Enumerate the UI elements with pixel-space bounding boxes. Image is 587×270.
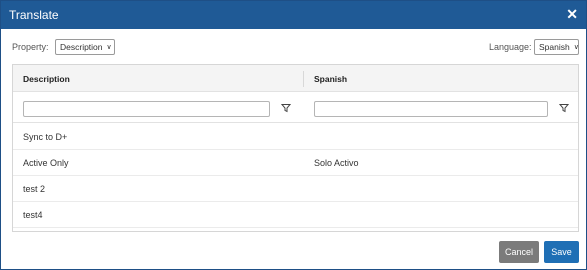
property-select[interactable]: Description ∨ [55, 39, 115, 55]
chevron-down-icon: ∨ [573, 44, 579, 51]
table-row[interactable]: Sync to D+ [13, 124, 578, 150]
property-select-value: Description [60, 42, 103, 52]
table-row[interactable]: test 2 [13, 176, 578, 202]
language-label: Language: [489, 42, 532, 52]
spanish-cell[interactable]: Solo Activo [314, 158, 359, 168]
table-row[interactable]: test4 [13, 202, 578, 228]
dialog-titlebar: Translate ✕ [1, 1, 586, 29]
spanish-filter-input[interactable] [314, 101, 548, 117]
column-divider [303, 71, 304, 87]
description-filter-input[interactable] [23, 101, 270, 117]
language-select-value: Spanish [539, 42, 570, 52]
filter-row [13, 93, 578, 123]
column-header-spanish[interactable]: Spanish [314, 74, 347, 84]
cancel-button[interactable]: Cancel [499, 241, 539, 263]
description-cell: test 2 [23, 184, 46, 194]
translate-dialog: Translate ✕ Property: Description ∨ Langu… [0, 0, 587, 270]
save-button[interactable]: Save [544, 241, 579, 263]
description-cell: Active Only [23, 158, 69, 168]
grid-header: Description Spanish [13, 65, 578, 92]
language-select[interactable]: Spanish ∨ [534, 39, 579, 55]
table-row[interactable]: Active Only Solo Activo [13, 150, 578, 176]
property-label: Property: [12, 42, 49, 52]
close-icon[interactable]: ✕ [566, 6, 578, 22]
filter-icon[interactable] [559, 103, 569, 113]
dialog-title: Translate [9, 8, 59, 22]
chevron-down-icon: ∨ [106, 44, 112, 51]
description-cell: Sync to D+ [23, 132, 68, 142]
description-cell: test4 [23, 210, 43, 220]
column-header-description[interactable]: Description [23, 74, 70, 84]
translation-grid: Description Spanish Sync to D+ Active On… [12, 64, 579, 232]
filter-icon[interactable] [281, 103, 291, 113]
